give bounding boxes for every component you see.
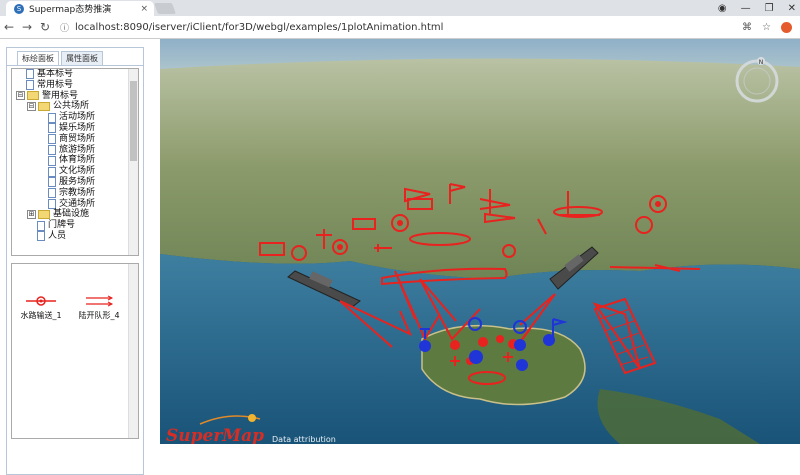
document-icon [48,144,56,155]
document-icon [26,80,34,91]
account-icon[interactable]: ◉ [718,3,727,14]
new-tab-button[interactable] [153,3,177,14]
tree-node-label: 门牌号 [48,220,76,231]
tree-node-label: 体育场所 [59,155,96,166]
tree-node-label: 警用标号 [42,90,79,101]
tab-title: Supermap态势推演 [29,5,112,15]
left-sidebar: 标绘面板 属性面板 基本标号 常用标号 ⊟ 警用标号 ⊟ 公共场所 活动场所 娱乐场所 商贸场所… [0,39,160,475]
arrow-left-icon[interactable]: ← [0,20,18,34]
bookmark-star-icon[interactable]: ☆ [762,22,771,33]
tree-node-label: 基础设施 [53,209,90,220]
tree-node[interactable]: 娱乐场所 [12,123,138,134]
compass-north-label: N [759,59,764,66]
tree-node-label: 人员 [48,230,67,241]
document-icon [48,155,56,166]
document-icon [48,123,56,134]
tab-plot-panel[interactable]: 标绘面板 [17,51,59,65]
tree-expander-icon[interactable]: ⊟ [27,102,36,112]
tree-node-label: 旅游场所 [59,144,96,155]
document-icon [48,112,56,123]
tree-node-label: 常用标号 [37,79,74,90]
brand-label: SuperMap [166,426,264,444]
tree-node-label: 公共场所 [53,101,90,112]
symbol-label: 水路输送_1 [20,311,62,320]
translate-icon[interactable]: ⌘ [742,22,752,33]
tree-scrollbar[interactable] [128,69,138,255]
tree-node[interactable]: 门牌号 [12,220,138,231]
tree-node[interactable]: 宗教场所 [12,188,138,199]
minimize-button[interactable]: — [741,3,751,14]
tree-node-label: 宗教场所 [59,187,96,198]
tab-property-panel[interactable]: 属性面板 [61,51,103,65]
document-icon [48,198,56,209]
plot-panel: 标绘面板 属性面板 基本标号 常用标号 ⊟ 警用标号 ⊟ 公共场所 活动场所 娱乐场所 商贸场所… [6,47,144,475]
document-icon [37,220,45,231]
land-formation-icon [86,295,114,307]
preview-scrollbar[interactable] [128,264,138,438]
tree-node-label: 商贸场所 [59,133,96,144]
tree-node[interactable]: 常用标号 [12,80,138,91]
tree-node[interactable]: ⊟ 公共场所 [12,101,138,112]
browser-tab[interactable]: S Supermap态势推演 × [6,1,154,16]
attribution-link[interactable]: Data attribution [272,435,336,444]
folder-icon [27,91,39,101]
arrow-right-icon[interactable]: → [18,20,36,34]
document-icon [48,177,56,188]
document-icon [48,134,56,145]
document-icon [26,69,34,80]
tree-node[interactable]: 旅游场所 [12,145,138,156]
tree-node[interactable]: 人员 [12,231,138,242]
symbol-item[interactable]: 陆开队形_4 [74,294,124,321]
tab-close-icon[interactable]: × [140,4,148,14]
tree-node-label: 基本标号 [37,69,74,79]
address-bar[interactable]: ⓘ localhost:8090/iserver/iClient/for3D/w… [60,19,736,35]
tree-node[interactable]: ⊞ 基础设施 [12,209,138,220]
url-text[interactable]: localhost:8090/iserver/iClient/for3D/web… [75,22,443,33]
tree-node[interactable]: 体育场所 [12,155,138,166]
tree-node[interactable]: 商贸场所 [12,134,138,145]
tree-node[interactable]: 文化场所 [12,166,138,177]
window-controls: ◉ — ❐ ✕ [718,0,796,16]
symbol-preview-box: 水路输送_1 陆开队形_4 [11,263,139,439]
tree-node[interactable]: 活动场所 [12,112,138,123]
symbol-label: 陆开队形_4 [78,311,120,320]
document-icon [37,231,45,242]
folder-icon [38,102,50,112]
document-icon [48,188,56,199]
globe-scene[interactable]: N SuperMap Data attribution [160,39,800,444]
tree-expander-icon[interactable]: ⊞ [27,210,36,220]
panel-tabs: 标绘面板 属性面板 [7,48,143,66]
folder-icon [38,210,50,220]
supermap-favicon-icon: S [14,3,24,14]
tree-expander-icon[interactable]: ⊟ [16,91,25,101]
tree-node[interactable]: 基本标号 [12,69,138,80]
waterway-transport-icon [26,296,56,306]
close-window-button[interactable]: ✕ [788,3,796,14]
reload-icon[interactable]: ↻ [36,20,54,34]
browser-toolbar: ← → ↻ ⓘ localhost:8090/iserver/iClient/f… [0,16,800,39]
tree-node-label: 交通场所 [59,198,96,209]
tree-node-label: 娱乐场所 [59,122,96,133]
browser-tab-strip: S Supermap态势推演 × ◉ — ❐ ✕ [0,0,800,16]
tree-node[interactable]: 服务场所 [12,177,138,188]
symbol-item[interactable]: 水路输送_1 [16,294,66,321]
tree-node-label: 服务场所 [59,176,96,187]
globe-3d-view[interactable]: N SuperMap Data attribution [160,39,800,444]
tree-node-label: 文化场所 [59,166,96,177]
extension-icon[interactable] [781,21,792,33]
tree-node-label: 活动场所 [59,112,96,123]
tree-node[interactable]: 交通场所 [12,199,138,210]
info-icon[interactable]: ⓘ [60,21,69,34]
symbol-tree: 基本标号 常用标号 ⊟ 警用标号 ⊟ 公共场所 活动场所 娱乐场所 商贸场所 旅游场所 体育场所 文化… [11,68,139,256]
document-icon [48,166,56,177]
restore-button[interactable]: ❐ [765,3,774,14]
tree-node[interactable]: ⊟ 警用标号 [12,91,138,102]
